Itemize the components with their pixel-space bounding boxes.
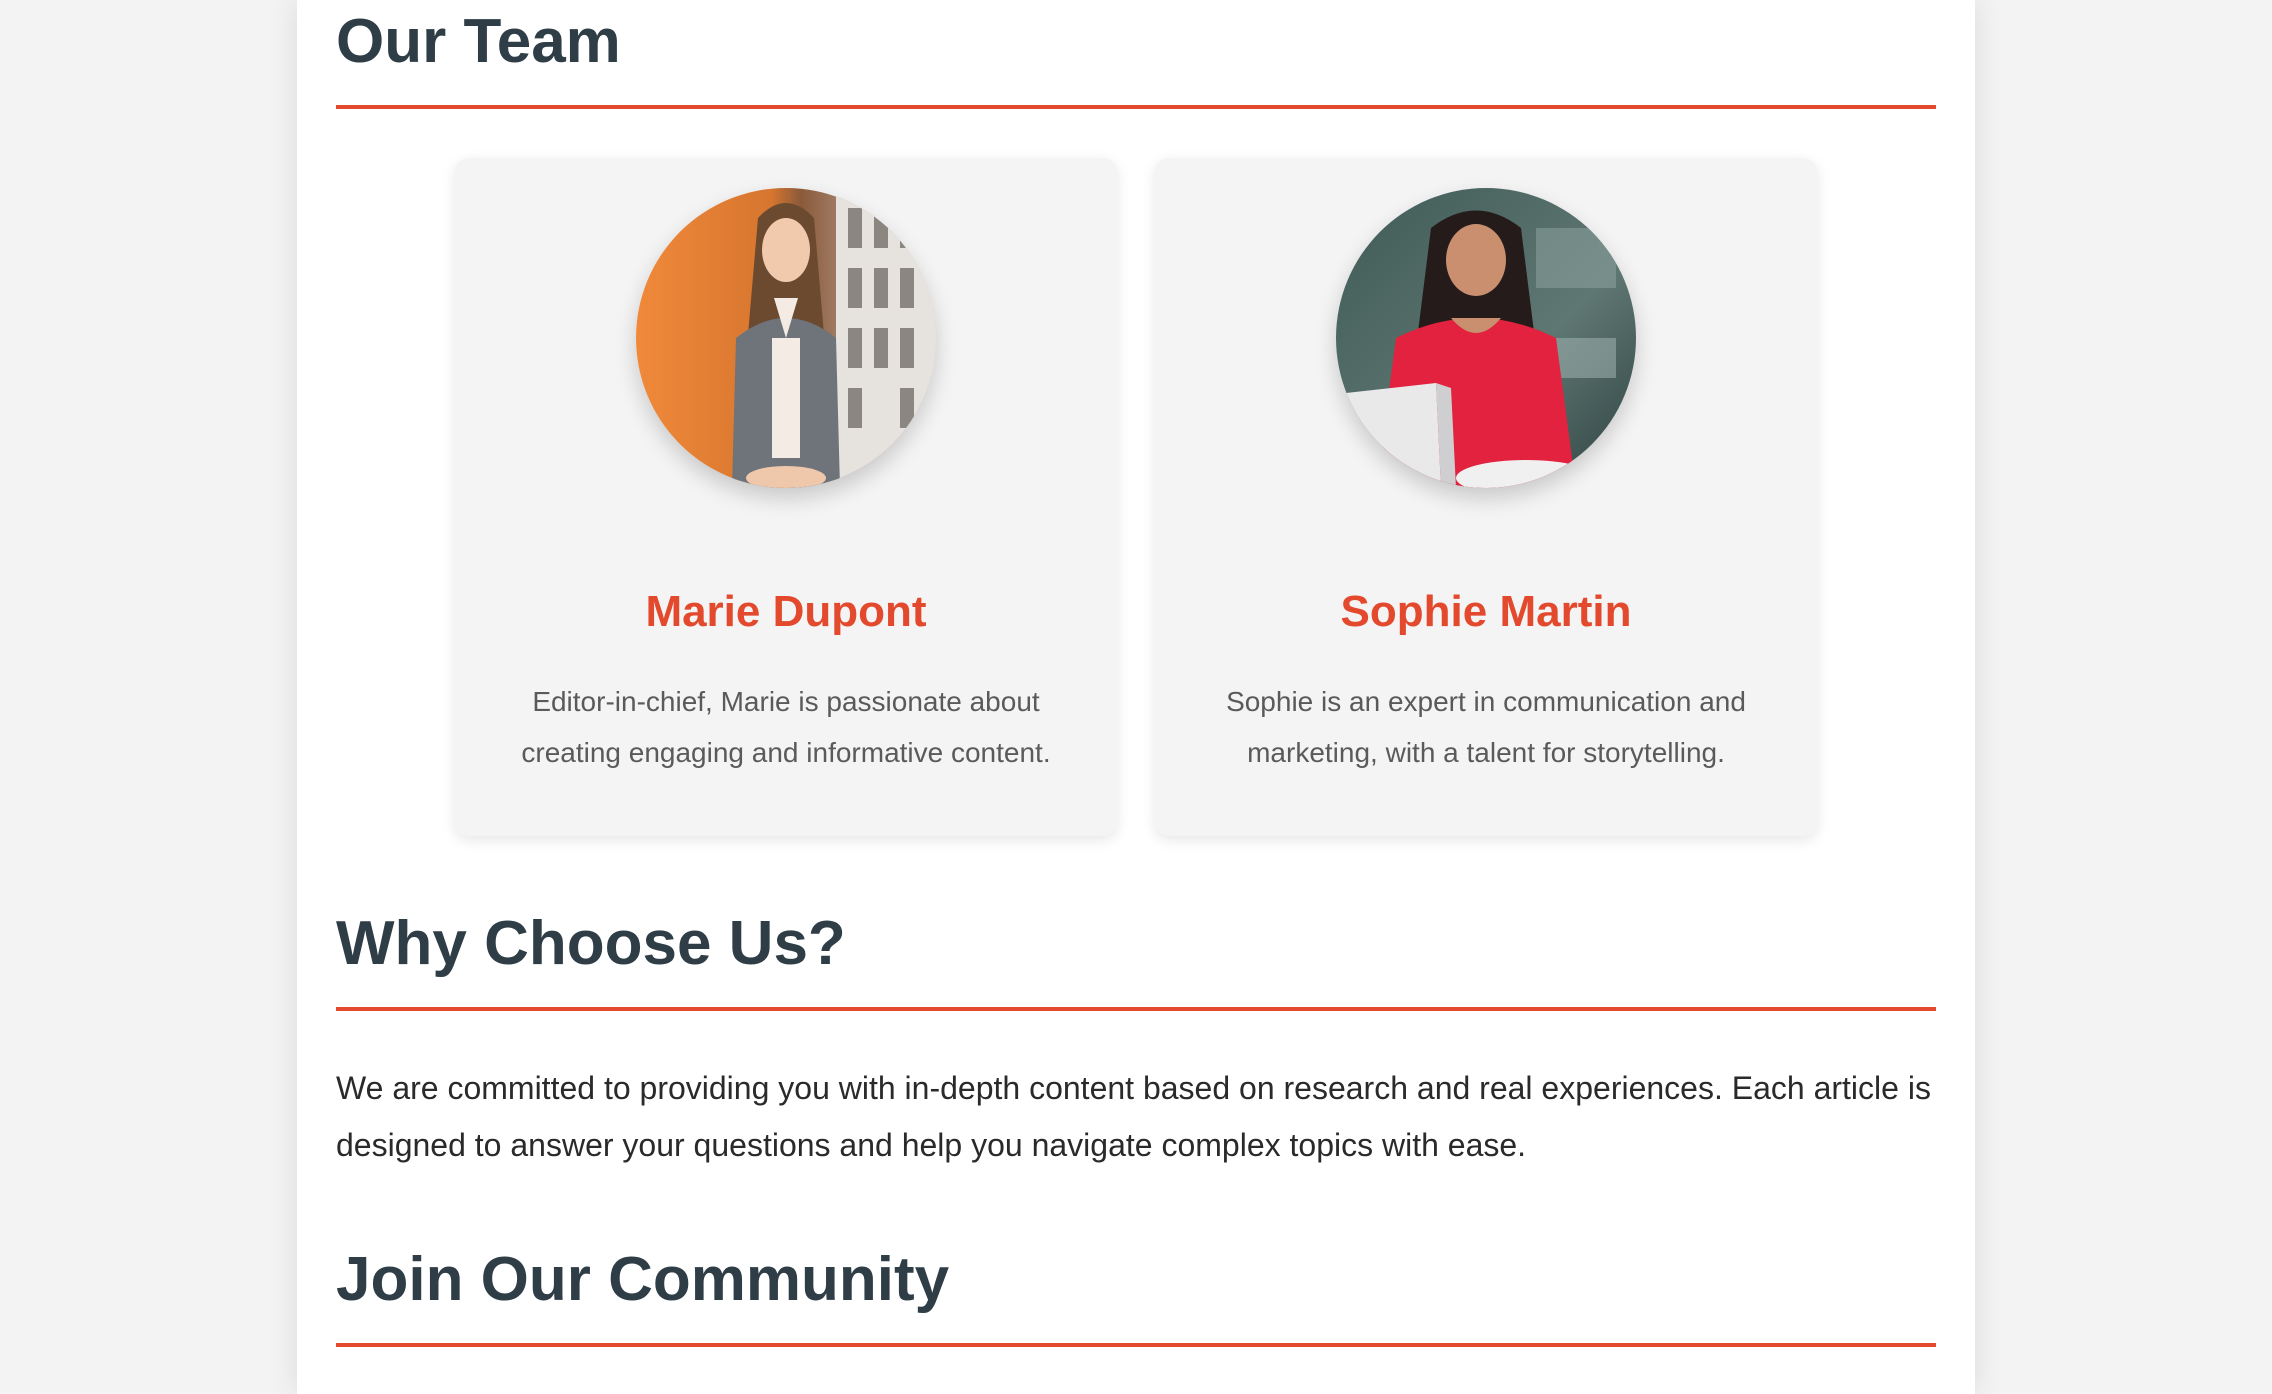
member-bio: Sophie is an expert in communication and… <box>1226 686 1746 768</box>
join-community-heading: Join Our Community <box>336 1245 950 1314</box>
team-heading: Our Team <box>336 7 621 76</box>
member-name: Sophie Martin <box>1340 587 1632 636</box>
portrait-woman-red-top-laptop-photo-icon <box>1336 188 1636 488</box>
why-choose-heading-divider <box>336 1007 1936 1011</box>
member-photo <box>636 188 936 488</box>
member-bio: Editor-in-chief, Marie is passionate abo… <box>521 686 1051 768</box>
why-choose-paragraph: We are committed to providing you with i… <box>336 1070 1931 1163</box>
team-member-card: Marie Dupont Editor-in-chief, Marie is p… <box>455 158 1117 836</box>
why-choose-heading: Why Choose Us? <box>336 909 846 978</box>
team-member-card: Sophie Martin Sophie is an expert in com… <box>1155 158 1817 836</box>
member-name: Marie Dupont <box>645 587 927 636</box>
member-photo <box>1336 188 1636 488</box>
join-community-heading-divider <box>336 1343 1936 1347</box>
team-heading-divider <box>336 105 1936 109</box>
page-container: Our Team Marie Dupont Editor-in-chief, M… <box>297 0 1975 1394</box>
portrait-woman-grey-blazer-photo-icon <box>636 188 936 488</box>
